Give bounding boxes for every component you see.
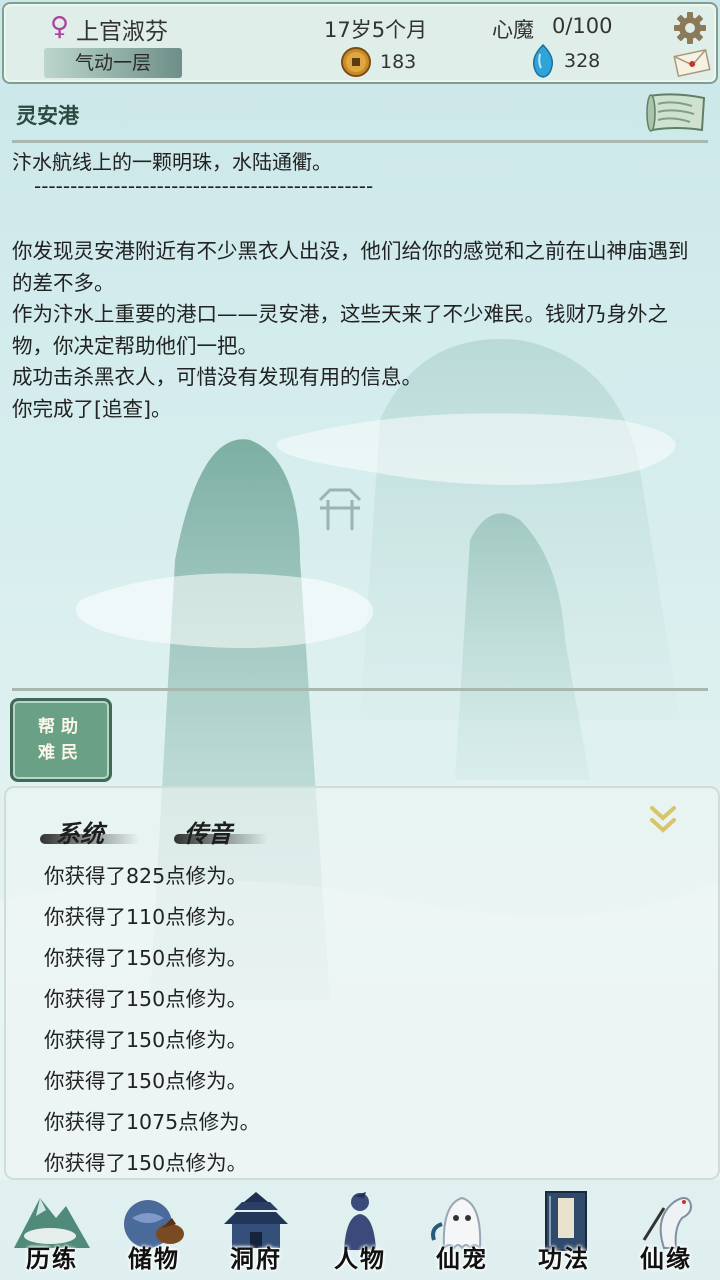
log-entry: 你获得了825点修为。 <box>44 864 248 888</box>
nav-label: 储物 <box>128 1244 180 1273</box>
gear-icon[interactable] <box>672 10 708 46</box>
spirit-stone-icon <box>532 44 554 78</box>
story-text: 你发现灵安港附近有不少黑衣人出没，他们给你的感觉和之前在山神庙遇到的差不多。 作… <box>12 236 702 425</box>
chevron-double-down-icon[interactable] <box>646 802 680 836</box>
mail-icon[interactable] <box>672 48 712 78</box>
log-entry: 你获得了1075点修为。 <box>44 1110 261 1134</box>
section-divider <box>12 688 708 691</box>
player-name: 上官淑芬 <box>76 19 168 45</box>
nav-storage[interactable]: 储物 <box>104 1184 204 1280</box>
nav-label: 仙宠 <box>436 1244 488 1273</box>
nav-label: 历练 <box>26 1244 78 1273</box>
copper-coin-count: 183 <box>380 51 417 73</box>
story-paragraph: 作为汴水上重要的港口——灵安港，这些天来了不少难民。钱财乃身外之物，你决定帮助他… <box>12 302 668 358</box>
log-entry: 你获得了150点修为。 <box>44 1028 248 1052</box>
nav-label: 功法 <box>538 1244 590 1273</box>
heart-demon-label: 心魔 <box>492 18 534 42</box>
button-label-line2: 难民 <box>38 743 84 763</box>
nav-training[interactable]: 历练 <box>2 1184 102 1280</box>
copper-coin-icon <box>341 47 371 77</box>
nav-spirit-pet[interactable]: 仙宠 <box>412 1184 512 1280</box>
help-refugees-button[interactable]: 帮助 难民 <box>10 698 112 782</box>
tab-system[interactable]: 系统 <box>56 814 104 849</box>
cultivation-realm-bar: 气动一层 <box>44 48 182 78</box>
nav-label: 人物 <box>334 1244 386 1273</box>
dashed-separator: ----------------------------------------… <box>34 174 374 198</box>
bottom-navigation: 历练 储物 洞府 人物 仙宠 功法 仙缘 <box>0 1184 720 1280</box>
nav-cave-dwelling[interactable]: 洞府 <box>206 1184 306 1280</box>
log-entry: 你获得了150点修为。 <box>44 987 248 1011</box>
log-entry: 你获得了110点修为。 <box>44 905 248 929</box>
tab-voice-message[interactable]: 传音 <box>184 814 232 849</box>
button-label-line1: 帮助 <box>38 717 84 737</box>
nav-label: 仙缘 <box>640 1244 692 1273</box>
log-entry: 你获得了150点修为。 <box>44 946 248 970</box>
section-divider <box>12 140 708 143</box>
log-entries: 你获得了825点修为。 你获得了110点修为。 你获得了150点修为。 你获得了… <box>44 856 260 1184</box>
story-paragraph: 你完成了[追查]。 <box>12 396 172 421</box>
nav-fate[interactable]: 仙缘 <box>616 1184 716 1280</box>
location-description: 汴水航线上的一颗明珠，水陆通衢。 <box>12 150 332 174</box>
nav-techniques[interactable]: 功法 <box>514 1184 614 1280</box>
story-paragraph: 成功击杀黑衣人，可惜没有发现有用的信息。 <box>12 365 422 389</box>
map-scroll-icon[interactable] <box>644 90 710 136</box>
status-header: ♀ 上官淑芬 气动一层 17岁5个月 心魔 0/100 183 328 <box>2 2 718 84</box>
story-paragraph: 你发现灵安港附近有不少黑衣人出没，他们给你的感觉和之前在山神庙遇到的差不多。 <box>12 239 689 295</box>
nav-label: 洞府 <box>230 1244 282 1273</box>
log-entry: 你获得了150点修为。 <box>44 1069 248 1093</box>
heart-demon-value: 0/100 <box>552 14 613 38</box>
spirit-stone-count: 328 <box>564 50 601 72</box>
player-age: 17岁5个月 <box>324 18 428 42</box>
log-entry: 你获得了150点修为。 <box>44 1151 248 1175</box>
message-log-panel: 系统 传音 你获得了825点修为。 你获得了110点修为。 你获得了150点修为… <box>4 786 720 1180</box>
female-icon: ♀ <box>50 12 70 42</box>
location-name: 灵安港 <box>16 103 79 128</box>
nav-character[interactable]: 人物 <box>310 1184 410 1280</box>
